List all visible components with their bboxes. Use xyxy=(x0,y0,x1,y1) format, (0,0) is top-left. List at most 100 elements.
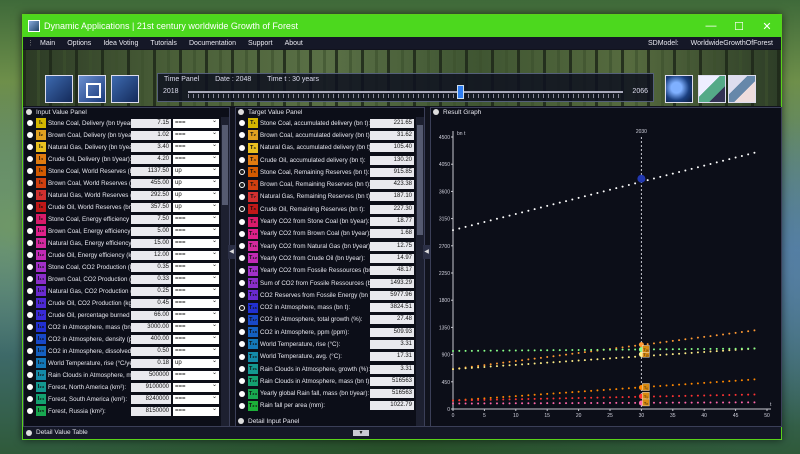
detail-input-panel-label[interactable]: Detail Input Panel xyxy=(248,418,299,425)
row-radio[interactable] xyxy=(239,329,245,336)
input-mode-select[interactable]: === xyxy=(173,393,219,404)
menu-main[interactable]: Main xyxy=(40,40,55,47)
scroll-thumb[interactable] xyxy=(417,125,423,235)
row-radio[interactable] xyxy=(239,304,245,311)
menu-idea-voting[interactable]: Idea Voting xyxy=(103,40,138,47)
view-tile-1[interactable] xyxy=(45,75,73,103)
row-radio[interactable] xyxy=(239,341,245,348)
row-radio[interactable] xyxy=(27,384,33,390)
row-radio[interactable] xyxy=(239,144,245,151)
scroll-thumb[interactable] xyxy=(222,125,228,205)
row-radio[interactable] xyxy=(239,206,245,213)
input-value-field[interactable]: 455.00 xyxy=(131,178,171,188)
input-value-field[interactable]: 7.15 xyxy=(131,118,171,128)
input-value-field[interactable]: 3.40 xyxy=(131,142,171,152)
row-radio[interactable] xyxy=(27,228,33,234)
input-mode-select[interactable]: === xyxy=(173,249,219,260)
input-value-field[interactable]: 66.00 xyxy=(131,310,171,320)
collapse-right-arrow-icon[interactable]: ◀ xyxy=(423,245,430,259)
highlight-point[interactable] xyxy=(637,174,646,183)
row-radio[interactable] xyxy=(27,168,33,174)
row-radio[interactable] xyxy=(239,157,245,164)
input-mode-select[interactable]: === xyxy=(173,285,219,296)
view-tile-2[interactable] xyxy=(78,75,106,103)
input-value-field[interactable]: 4.20 xyxy=(131,154,171,164)
row-radio[interactable] xyxy=(27,276,33,282)
row-radio[interactable] xyxy=(27,324,33,330)
input-value-field[interactable]: 357.50 xyxy=(131,202,171,212)
row-radio[interactable] xyxy=(239,218,245,225)
row-radio[interactable] xyxy=(239,316,245,323)
input-mode-select[interactable]: === xyxy=(173,141,219,152)
input-mode-select[interactable]: === xyxy=(173,117,219,128)
input-value-field[interactable]: 0.50 xyxy=(131,346,171,356)
menu-about[interactable]: About xyxy=(285,40,303,47)
row-radio[interactable] xyxy=(239,267,245,274)
row-radio[interactable] xyxy=(239,366,245,373)
menu-options[interactable]: Options xyxy=(67,40,91,47)
input-mode-select[interactable]: up xyxy=(173,201,219,212)
row-radio[interactable] xyxy=(27,120,33,126)
input-mode-select[interactable]: === xyxy=(173,273,219,284)
time-slider-thumb[interactable] xyxy=(456,85,464,99)
row-radio[interactable] xyxy=(27,300,33,306)
input-mode-select[interactable]: up xyxy=(173,177,219,188)
input-mode-select[interactable]: === xyxy=(173,213,219,224)
input-mode-select[interactable]: up xyxy=(173,165,219,176)
row-radio[interactable] xyxy=(27,312,33,318)
input-mode-select[interactable]: === xyxy=(173,369,219,380)
row-radio[interactable] xyxy=(27,252,33,258)
input-value-field[interactable]: 9100000 xyxy=(131,382,171,392)
input-mode-select[interactable]: === xyxy=(173,237,219,248)
detail-table-toggle-arrow-icon[interactable]: ▼ xyxy=(353,430,369,436)
close-button[interactable]: ✕ xyxy=(753,15,781,37)
pin-icon[interactable] xyxy=(238,418,244,424)
input-mode-select[interactable]: === xyxy=(173,129,219,140)
row-radio[interactable] xyxy=(27,156,33,162)
row-radio[interactable] xyxy=(239,243,245,250)
row-radio[interactable] xyxy=(27,372,33,378)
input-mode-select[interactable]: === xyxy=(173,321,219,332)
input-mode-select[interactable]: === xyxy=(173,297,219,308)
input-mode-select[interactable]: up xyxy=(173,189,219,200)
pin-icon[interactable] xyxy=(238,109,244,115)
globe-tile[interactable] xyxy=(665,75,693,103)
pin-icon[interactable] xyxy=(433,109,439,115)
diagram-tile[interactable] xyxy=(698,75,726,103)
row-radio[interactable] xyxy=(27,360,33,366)
row-radio[interactable] xyxy=(27,264,33,270)
row-radio[interactable] xyxy=(27,336,33,342)
input-value-field[interactable]: 0.18 xyxy=(131,358,171,368)
row-radio[interactable] xyxy=(27,132,33,138)
pin-icon[interactable] xyxy=(26,430,32,436)
row-radio[interactable] xyxy=(27,204,33,210)
input-mode-select[interactable]: === xyxy=(173,261,219,272)
row-radio[interactable] xyxy=(239,353,245,360)
input-value-field[interactable]: 8240000 xyxy=(131,394,171,404)
row-radio[interactable] xyxy=(27,288,33,294)
input-mode-select[interactable]: === xyxy=(173,333,219,344)
row-radio[interactable] xyxy=(27,240,33,246)
input-value-field[interactable]: 12.00 xyxy=(131,250,171,260)
time-slider-track[interactable] xyxy=(188,91,623,93)
settings-tile[interactable] xyxy=(728,75,756,103)
input-scrollbar[interactable] xyxy=(221,117,229,426)
row-radio[interactable] xyxy=(239,378,245,385)
input-value-field[interactable]: 0.45 xyxy=(131,298,171,308)
result-chart[interactable]: 0450900135018002250270031503600405045000… xyxy=(431,117,779,423)
minimize-button[interactable]: — xyxy=(697,15,725,37)
row-radio[interactable] xyxy=(239,193,245,200)
view-tile-3[interactable] xyxy=(111,75,139,103)
title-bar[interactable]: Dynamic Applications | 21st century worl… xyxy=(23,15,781,37)
detail-value-table-label[interactable]: Detail Value Table xyxy=(36,429,88,436)
input-value-field[interactable]: 1137.50 xyxy=(131,166,171,176)
input-value-field[interactable]: 0.33 xyxy=(131,274,171,284)
row-radio[interactable] xyxy=(239,120,245,127)
input-value-field[interactable]: 0.35 xyxy=(131,262,171,272)
row-radio[interactable] xyxy=(239,255,245,262)
input-mode-select[interactable]: === xyxy=(173,405,219,416)
row-radio[interactable] xyxy=(27,396,33,402)
row-radio[interactable] xyxy=(239,181,245,188)
row-radio[interactable] xyxy=(239,390,245,397)
input-mode-select[interactable]: === xyxy=(173,381,219,392)
